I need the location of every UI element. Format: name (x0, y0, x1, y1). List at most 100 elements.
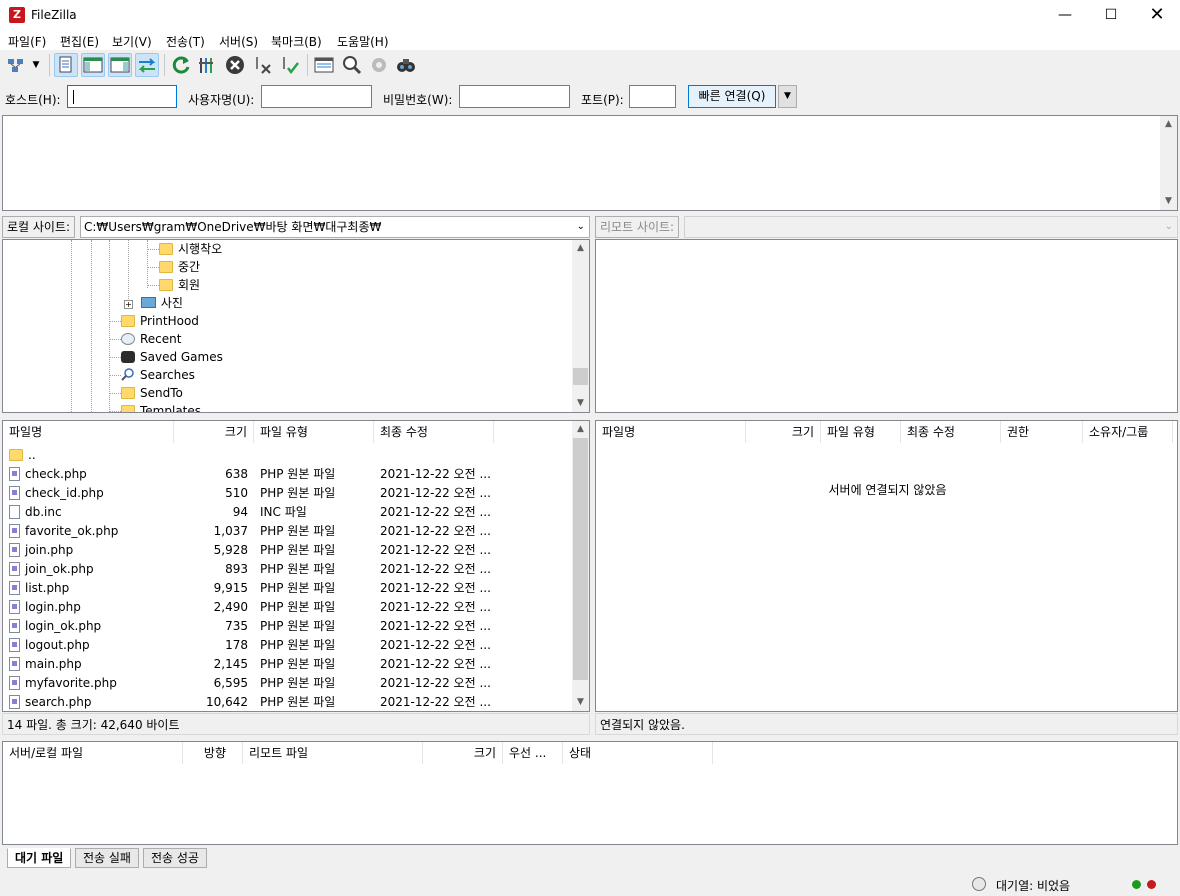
menu-edit[interactable]: 편집(E) (60, 33, 99, 50)
table-row[interactable]: favorite_ok.php 1,037 PHP 원본 파일 2021-12-22 … (3, 522, 573, 541)
col-filetype[interactable]: 파일 유형 (254, 421, 374, 443)
tree-item[interactable]: Recent (121, 330, 181, 348)
col-server-local-file[interactable]: 서버/로컬 파일 (3, 742, 183, 764)
file-name-cell: main.php (9, 655, 174, 674)
username-input[interactable] (261, 85, 372, 108)
scroll-thumb[interactable] (573, 438, 588, 680)
col-size[interactable]: 크기 (174, 421, 254, 443)
path-dropdown-icon[interactable]: ⌄ (577, 217, 585, 237)
col-priority[interactable]: 우선 ... (503, 742, 563, 764)
reconnect-icon[interactable] (278, 53, 302, 77)
col-status[interactable]: 상태 (563, 742, 713, 764)
col-modified[interactable]: 최종 수정 (374, 421, 494, 443)
local-path-input[interactable]: C:₩Users₩gram₩OneDrive₩바탕 화면₩대구최종₩ ⌄ (80, 216, 590, 238)
speed-limit-icon[interactable] (972, 877, 986, 891)
scroll-down-icon[interactable]: ▼ (1160, 193, 1177, 210)
php-file-icon (9, 543, 20, 557)
file-list-scrollbar[interactable]: ▲ ▼ (572, 421, 589, 711)
tree-item[interactable]: Templates (121, 402, 201, 412)
search-remote-files-icon[interactable] (340, 53, 364, 77)
tree-item[interactable]: 중간 (159, 258, 200, 276)
scroll-down-icon[interactable]: ▼ (572, 694, 589, 711)
table-row[interactable]: check_id.php 510 PHP 원본 파일 2021-12-22 오전 ..… (3, 484, 573, 503)
transfer-queue[interactable]: 서버/로컬 파일 방향 리모트 파일 크기 우선 ... 상태 (2, 741, 1178, 845)
tree-item[interactable]: SendTo (121, 384, 183, 402)
tree-item[interactable]: Searches (121, 366, 195, 384)
table-row[interactable]: search.php 10,642 PHP 원본 파일 2021-12-22 오전 .… (3, 693, 573, 711)
disconnect-icon[interactable] (251, 53, 275, 77)
tab-successful-transfers[interactable]: 전송 성공 (143, 848, 207, 868)
refresh-icon[interactable] (169, 53, 193, 77)
cancel-operation-icon[interactable] (223, 53, 247, 77)
sync-browsing-icon[interactable] (367, 53, 391, 77)
find-files-binoculars-icon[interactable] (394, 53, 418, 77)
remote-file-list[interactable]: ⌃ 파일명 크기 파일 유형 최종 수정 권한 소유자/그룹 서버에 연결되지 … (595, 420, 1178, 712)
tree-item[interactable]: 시행착오 (159, 240, 222, 258)
col-filetype[interactable]: 파일 유형 (821, 421, 901, 443)
col-filename[interactable]: 파일명 (3, 421, 174, 443)
remote-path-dropdown-icon[interactable]: ⌄ (1165, 217, 1173, 237)
table-row[interactable]: myfavorite.php 6,595 PHP 원본 파일 2021-12-22 오… (3, 674, 573, 693)
quickconnect-button[interactable]: 빠른 연결(Q) (688, 85, 776, 108)
table-row[interactable]: check.php 638 PHP 원본 파일 2021-12-22 오전 ... (3, 465, 573, 484)
site-manager-icon[interactable] (5, 53, 29, 77)
menu-view[interactable]: 보기(V) (112, 33, 152, 50)
col-direction[interactable]: 방향 (183, 742, 243, 764)
menu-help[interactable]: 도움말(H) (337, 33, 389, 50)
toggle-remote-tree-icon[interactable] (108, 53, 132, 77)
tab-failed-transfers[interactable]: 전송 실패 (75, 848, 139, 868)
minimize-button[interactable]: — (1042, 0, 1088, 30)
scroll-up-icon[interactable]: ▲ (572, 240, 589, 257)
tab-queued-files[interactable]: 대기 파일 (7, 848, 72, 868)
port-input[interactable] (629, 85, 676, 108)
tree-item[interactable]: + 사진 (124, 294, 183, 312)
table-row[interactable]: join.php 5,928 PHP 원본 파일 2021-12-22 오전 ... (3, 541, 573, 560)
tree-item[interactable]: Saved Games (121, 348, 223, 366)
password-input[interactable] (459, 85, 570, 108)
table-row[interactable]: join_ok.php 893 PHP 원본 파일 2021-12-22 오전 ... (3, 560, 573, 579)
tree-item[interactable]: 회원 (159, 276, 200, 294)
tree-item[interactable]: PrintHood (121, 312, 199, 330)
col-owner-group[interactable]: 소유자/그룹 (1083, 421, 1173, 443)
scroll-up-icon[interactable]: ▲ (572, 421, 589, 438)
process-queue-icon[interactable] (196, 53, 220, 77)
col-size[interactable]: 크기 (746, 421, 821, 443)
expand-icon[interactable]: + (124, 300, 133, 309)
toggle-message-log-icon[interactable] (54, 53, 78, 77)
scroll-thumb[interactable] (573, 368, 588, 385)
table-row[interactable]: list.php 9,915 PHP 원본 파일 2021-12-22 오전 ... (3, 579, 573, 598)
maximize-button[interactable]: ☐ (1088, 0, 1134, 30)
host-input[interactable] (67, 85, 177, 108)
log-scrollbar[interactable]: ▲ ▼ (1160, 116, 1177, 210)
close-button[interactable]: ✕ (1134, 0, 1180, 30)
table-row[interactable]: login.php 2,490 PHP 원본 파일 2021-12-22 오전 ... (3, 598, 573, 617)
remote-directory-tree[interactable] (595, 239, 1178, 413)
col-remote-file[interactable]: 리모트 파일 (243, 742, 423, 764)
scroll-down-icon[interactable]: ▼ (572, 395, 589, 412)
toggle-transfer-queue-icon[interactable] (135, 53, 159, 77)
col-modified[interactable]: 최종 수정 (901, 421, 1001, 443)
menu-bookmarks[interactable]: 북마크(B) (271, 33, 322, 50)
local-directory-tree[interactable]: 시행착오 중간 회원 + 사진 PrintHood Recent Saved G… (2, 239, 590, 413)
col-permissions[interactable]: 권한 (1001, 421, 1083, 443)
table-row[interactable]: .. (3, 446, 573, 465)
toggle-local-tree-icon[interactable] (81, 53, 105, 77)
file-name-cell: login.php (9, 598, 174, 617)
menu-file[interactable]: 파일(F) (8, 33, 46, 50)
scroll-up-icon[interactable]: ▲ (1160, 116, 1177, 133)
local-file-list[interactable]: ⌃ 파일명 크기 파일 유형 최종 수정 .. check.php 638 PHP 원… (2, 420, 590, 712)
remote-path-input[interactable]: ⌄ (684, 216, 1178, 238)
table-row[interactable]: db.inc 94 INC 파일 2021-12-22 오전 ... (3, 503, 573, 522)
message-log[interactable]: ▲ ▼ (2, 115, 1178, 211)
col-size[interactable]: 크기 (423, 742, 503, 764)
table-row[interactable]: login_ok.php 735 PHP 원본 파일 2021-12-22 오전 ..… (3, 617, 573, 636)
tree-scrollbar[interactable]: ▲ ▼ (572, 240, 589, 412)
quickconnect-dropdown-icon[interactable]: ▼ (778, 85, 797, 108)
col-filename[interactable]: 파일명 (596, 421, 746, 443)
table-row[interactable]: logout.php 178 PHP 원본 파일 2021-12-22 오전 ... (3, 636, 573, 655)
site-manager-dropdown-icon[interactable]: ▼ (29, 53, 43, 77)
directory-listing-filters-icon[interactable] (312, 53, 336, 77)
menu-transfer[interactable]: 전송(T) (166, 33, 205, 50)
table-row[interactable]: main.php 2,145 PHP 원본 파일 2021-12-22 오전 ... (3, 655, 573, 674)
menu-server[interactable]: 서버(S) (219, 33, 258, 50)
